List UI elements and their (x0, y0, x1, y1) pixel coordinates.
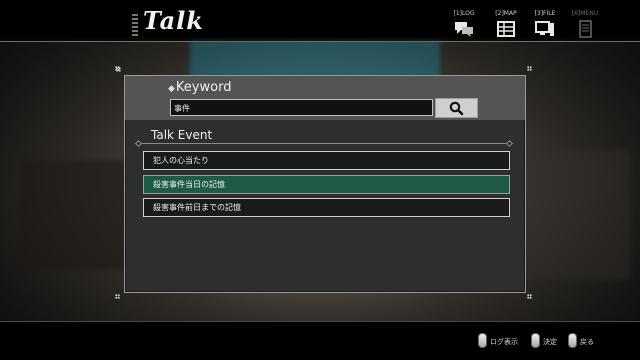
divider-end-icon (134, 139, 143, 148)
frame-corner-br (527, 294, 532, 299)
keyword-label-text: Keyword (175, 80, 232, 95)
nav-map-button[interactable]: [2]MAP (486, 10, 526, 38)
dialog-corner-dots (116, 67, 121, 72)
top-rule (0, 41, 640, 42)
search-icon (449, 101, 464, 116)
nav-menu-button[interactable]: [6]MENU (565, 10, 605, 38)
nav-menu-key: [6]MENU (571, 10, 599, 17)
frame-corner-bl (115, 294, 120, 299)
frame-corner-tr (527, 66, 532, 71)
button-hint-icon (568, 333, 577, 348)
keyword-label: ◆Keyword (168, 80, 231, 95)
button-hint-icon (478, 333, 487, 348)
talk-dialog: ◆Keyword 事件 Talk Event 犯人の心当たり 殺害事件当日の記憶… (116, 67, 526, 293)
nav-log-button[interactable]: [1]LOG (444, 10, 484, 38)
screen-title: Talk (143, 6, 204, 35)
nav-file-key: [3]FILE (534, 10, 556, 17)
diamond-icon: ◆ (168, 84, 175, 94)
control-hint-confirm: 決定 (543, 338, 557, 346)
nav-file-button[interactable]: [3]FILE (525, 10, 565, 38)
control-hint-back: 戻る (580, 338, 594, 346)
title-grip-icon (132, 14, 138, 36)
log-chat-icon (453, 20, 475, 38)
search-button[interactable] (435, 98, 478, 118)
control-hint-log: ログ表示 (490, 338, 518, 346)
bottom-rule (0, 321, 640, 322)
top-bar: Talk [1]LOG [2]MAP [3]FILE [6]MENU (0, 0, 640, 42)
button-hint-icon (531, 333, 540, 348)
menu-notebook-icon (574, 20, 596, 38)
talk-event-item[interactable]: 犯人の心当たり (143, 151, 510, 170)
section-divider (134, 139, 514, 148)
talk-event-title: Talk Event (151, 128, 213, 142)
file-computer-icon (534, 20, 556, 38)
keyword-input[interactable]: 事件 (170, 99, 433, 116)
talk-event-item[interactable]: 殺害事件前日までの記憶 (143, 198, 510, 217)
nav-log-key: [1]LOG (453, 10, 475, 17)
talk-event-item-selected[interactable]: 殺害事件当日の記憶 (143, 175, 510, 194)
nav-map-key: [2]MAP (495, 10, 517, 17)
map-icon (495, 20, 517, 38)
divider-end-icon (505, 139, 514, 148)
keyword-header: ◆Keyword 事件 (125, 76, 525, 120)
